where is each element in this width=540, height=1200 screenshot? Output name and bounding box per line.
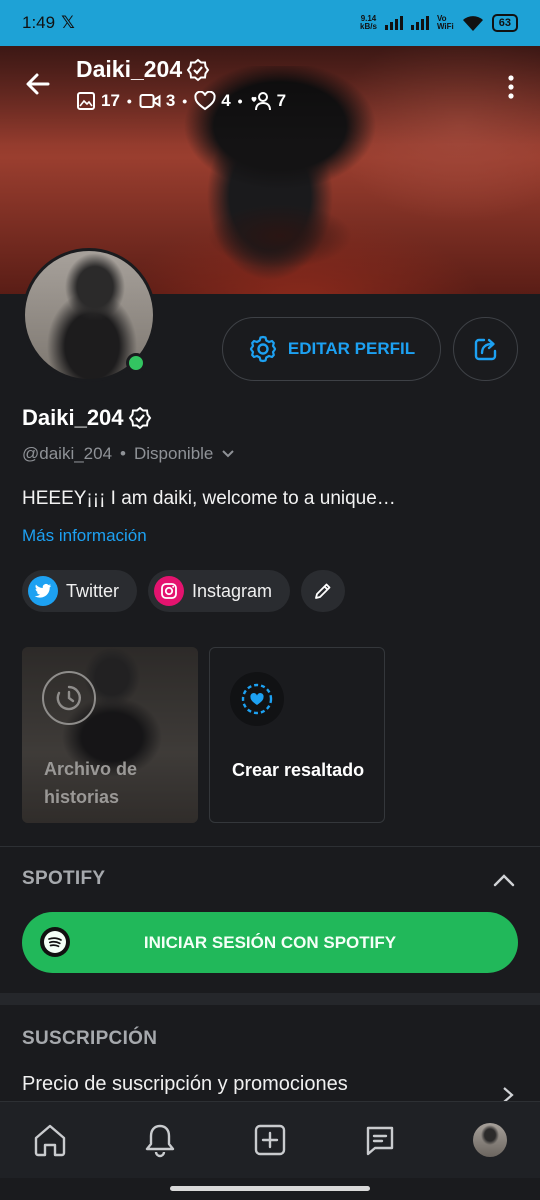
profile-handle: @daiki_204 [22,444,113,463]
twitter-label: Twitter [66,580,120,601]
section-divider [0,846,540,847]
nav-notifications[interactable] [140,1120,180,1160]
handle-separator: • [120,444,126,463]
history-icon [42,671,96,725]
video-icon [139,94,161,108]
share-icon [474,338,496,361]
x-app-icon: 𝕏 [61,13,75,32]
status-time-group: 1:49 𝕏 [22,13,75,33]
highlight-heart-icon [230,672,284,726]
twitter-link[interactable]: Twitter [22,570,138,612]
profile-avatar [473,1123,507,1157]
stat-separator: • [237,93,243,109]
online-indicator [126,353,146,373]
more-options-button[interactable] [500,72,522,102]
availability-status[interactable]: Disponible [134,444,213,464]
status-bar: 1:49 𝕏 9.14 kB/s Vo WiFi 63 [0,0,540,46]
stat-subscribers[interactable]: 7 [250,91,286,111]
spotify-icon [40,927,70,957]
verified-icon [186,58,210,81]
edit-profile-button[interactable]: EDITAR PERFIL [222,317,441,381]
spotify-login-button[interactable]: INICIAR SESIÓN CON SPOTIFY [22,912,518,973]
edit-socials-button[interactable] [301,570,346,612]
plus-square-icon [254,1124,286,1156]
home-indicator[interactable] [170,1186,370,1191]
header-title-block: Daiki_204 17 • 3 • 4 • 7 [76,56,286,111]
profile-name-row: Daiki_204 [22,405,152,431]
stat-videos-count: 3 [165,91,176,110]
instagram-icon [154,576,185,606]
wifi-icon [462,15,483,31]
profile-handle-row: @daiki_204 • Disponible [22,444,235,464]
kebab-menu-icon [508,75,514,99]
pencil-icon [315,583,331,599]
spotify-section-title: SPOTIFY [22,868,106,889]
network-speed: 9.14 kB/s [360,15,377,31]
instagram-link[interactable]: Instagram [148,570,291,612]
profile-name: Daiki_204 [22,405,124,430]
bell-icon [145,1124,175,1158]
create-highlight-card[interactable]: Crear resaltado [209,647,385,823]
status-icons: 9.14 kB/s Vo WiFi 63 [360,14,518,32]
subscriber-icon [251,92,271,111]
stat-subscribers-count: 7 [276,91,287,110]
subscription-pricing-row[interactable]: Precio de suscripción y promociones [22,1073,348,1096]
story-archive-label: Archivo de historias [44,759,138,807]
bottom-navigation [0,1101,540,1178]
section-separator-band [0,993,540,1005]
subscription-section-title: SUSCRIPCIÓN [22,1028,158,1049]
create-highlight-label: Crear resaltado [232,760,365,780]
stat-likes-count: 4 [221,91,231,110]
nav-home[interactable] [30,1120,70,1160]
header-title: Daiki_204 [76,56,183,82]
messages-icon [366,1126,394,1156]
stat-videos[interactable]: 3 [139,91,175,111]
network-speed-unit: kB/s [360,22,377,31]
stat-separator: • [182,93,188,109]
gear-icon [249,335,277,363]
status-time: 1:49 [22,13,56,32]
instagram-label: Instagram [192,580,273,601]
signal-icon-2 [410,16,429,30]
more-info-link[interactable]: Más información [22,526,147,546]
gesture-bar [0,1178,540,1200]
stat-likes[interactable]: 4 [194,91,231,111]
share-profile-button[interactable] [453,317,518,381]
stat-photos-count: 17 [101,91,120,110]
vowifi-bottom: WiFi [436,22,454,31]
arrow-left-icon [26,73,50,95]
social-links: Twitter Instagram [22,570,346,612]
edit-profile-label: EDITAR PERFIL [287,339,416,358]
battery-indicator: 63 [491,14,518,32]
image-icon [77,92,95,110]
vowifi-icon: Vo WiFi [437,15,454,31]
nav-create[interactable] [250,1120,290,1160]
chevron-up-icon [493,874,515,887]
back-button[interactable] [20,66,56,102]
header-title-row: Daiki_204 [76,56,286,83]
profile-bio: HEEEY¡¡¡ I am daiki, welcome to a unique… [22,488,396,509]
verified-icon [128,406,151,430]
signal-icon [384,16,403,30]
nav-messages[interactable] [360,1120,400,1160]
nav-profile[interactable] [470,1120,510,1160]
header-stats: 17 • 3 • 4 • 7 [76,91,286,111]
stat-photos[interactable]: 17 [76,91,120,111]
chevron-down-icon[interactable] [221,449,235,459]
heart-icon [194,91,216,111]
twitter-icon [28,576,58,606]
home-icon [34,1124,66,1157]
spotify-login-label: INICIAR SESIÓN CON SPOTIFY [143,932,397,952]
story-archive-card[interactable]: Archivo de historias [22,647,198,823]
collapse-spotify-button[interactable] [490,866,518,894]
stat-separator: • [126,93,132,109]
profile-topbar: Daiki_204 17 • 3 • 4 • 7 [0,46,540,126]
